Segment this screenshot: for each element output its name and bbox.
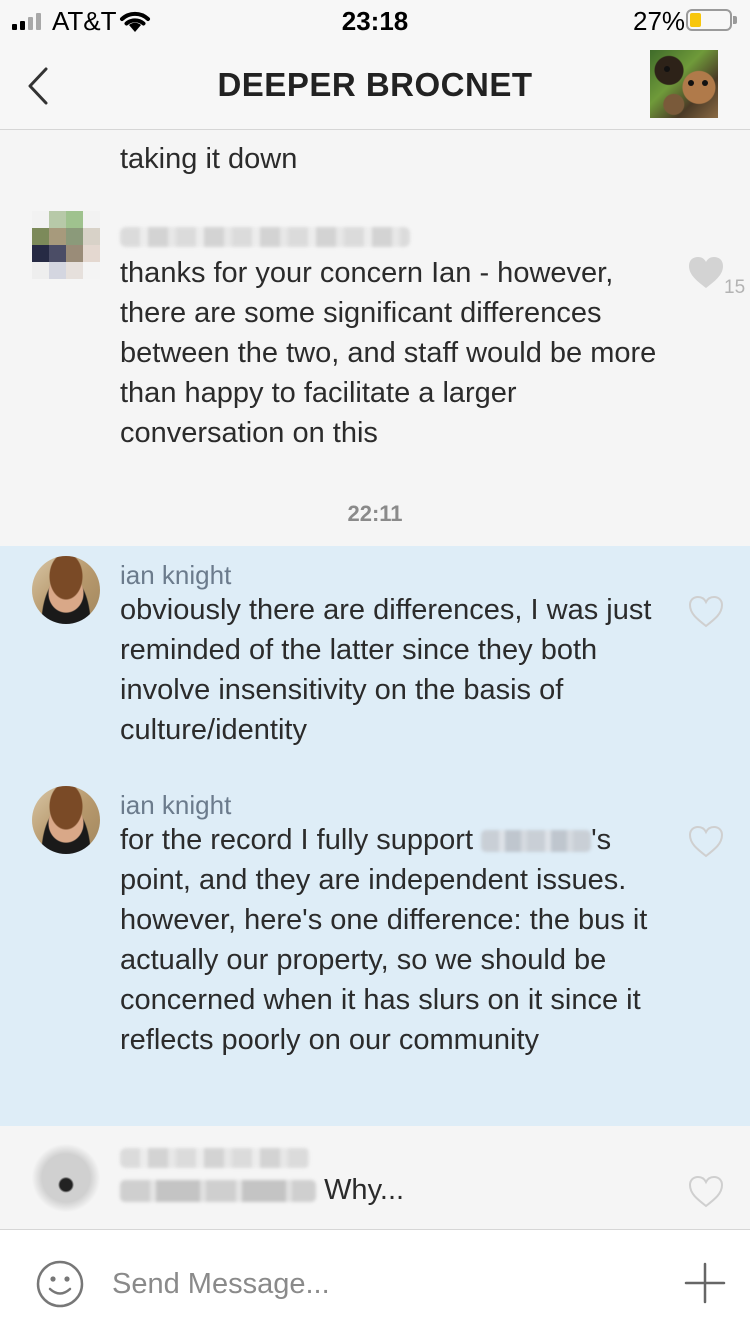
redacted-mention [481, 830, 592, 853]
avatar[interactable] [32, 556, 100, 624]
message-text: obviously there are differences, I was j… [120, 594, 652, 746]
redacted-author-name [120, 227, 410, 247]
heart-outline-icon[interactable] [687, 594, 725, 630]
message-text: taking it down [120, 143, 298, 175]
nav-bar: DEEPER BROCNET [0, 40, 750, 130]
message-text-possessive: 's [591, 824, 612, 856]
message-text: Why... [120, 1170, 680, 1210]
redacted-text [120, 1180, 316, 1203]
message-author: ian knight [120, 790, 232, 820]
heart-outline-icon[interactable] [687, 824, 725, 860]
input-bar [0, 1229, 750, 1334]
message-last: Why... [0, 1126, 750, 1229]
message-ian-1: ian knight obviously there are differenc… [0, 546, 750, 776]
status-bar: AT&T 23:18 27% [0, 0, 750, 40]
avatar[interactable] [32, 786, 100, 854]
heart-outline-icon[interactable] [687, 1174, 725, 1210]
smiley-icon[interactable] [36, 1260, 84, 1308]
message-list[interactable]: taking it down thanks for your concern I… [0, 131, 750, 1229]
message-author: ian knight [120, 560, 232, 590]
redacted-author-name [120, 1148, 310, 1168]
group-avatar[interactable] [650, 50, 718, 118]
message-text-visible: Why... [324, 1174, 405, 1206]
message-partial: taking it down [0, 131, 750, 189]
page-title: DEEPER BROCNET [217, 66, 533, 103]
battery-percent: 27% [633, 6, 686, 36]
message-text: thanks for your concern Ian - however, t… [120, 257, 657, 449]
avatar[interactable] [32, 1144, 100, 1212]
message-ian-2: ian knight for the record I fully suppor… [0, 776, 750, 1126]
message-input[interactable] [112, 1262, 652, 1306]
time-divider: 22:11 [347, 501, 403, 526]
plus-icon[interactable] [684, 1262, 726, 1304]
like-count: 15 [724, 277, 746, 298]
message-text-rest: point, and they are independent issues. … [120, 864, 648, 1056]
message-staff: thanks for your concern Ian - however, t… [0, 207, 750, 467]
avatar[interactable] [32, 211, 100, 279]
message-text-start: for the record I fully support [120, 824, 482, 856]
message-text: for the record I fully support 's point,… [120, 820, 680, 1060]
battery-icon [686, 9, 737, 31]
heart-filled-icon[interactable] [687, 255, 725, 291]
